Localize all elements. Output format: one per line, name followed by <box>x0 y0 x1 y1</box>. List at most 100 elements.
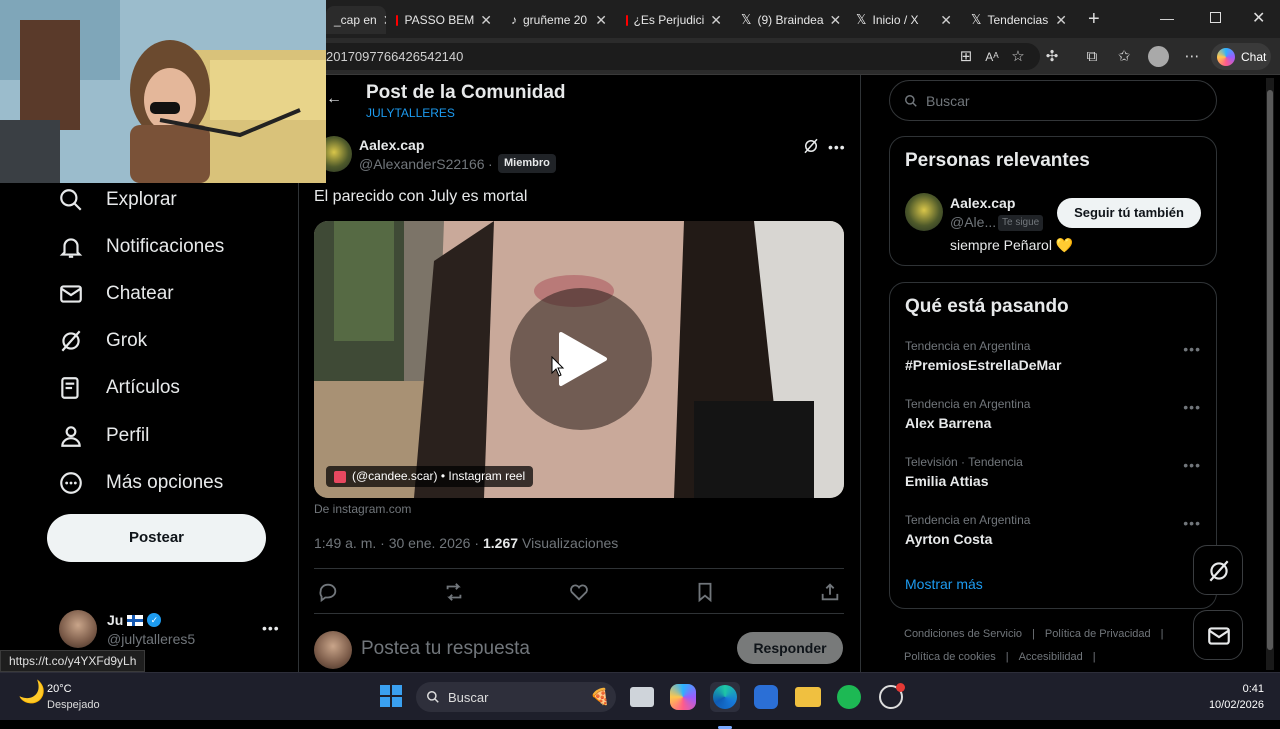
back-arrow-icon[interactable]: ← <box>326 90 342 108</box>
repost-icon[interactable] <box>443 581 465 603</box>
footer-link-privacy[interactable]: Política de Privacidad <box>1045 628 1151 640</box>
tab-gruneme[interactable]: ♪ gruñeme 20 ✕ <box>503 6 615 34</box>
tab-passo-bem[interactable]: PASSO BEM ✕ <box>388 6 500 34</box>
trend-name: Alex Barrena <box>905 415 992 431</box>
tab-label: _cap en <box>334 13 377 27</box>
tab-es-perjudicial[interactable]: ¿Es Perjudici ✕ <box>618 6 730 34</box>
community-link[interactable]: JULYTALLERES <box>366 106 455 120</box>
profile-avatar[interactable] <box>1148 46 1169 67</box>
new-tab-button[interactable]: + <box>1088 8 1100 31</box>
trend-item[interactable]: Televisión · Tendencia Emilia Attias ••• <box>905 455 1201 495</box>
weather-temp[interactable]: 20°C <box>47 683 72 695</box>
restore-button[interactable] <box>1210 12 1221 23</box>
account-avatar[interactable] <box>59 610 97 648</box>
account-more-icon[interactable]: ••• <box>262 620 280 636</box>
close-icon[interactable]: ✕ <box>383 12 386 29</box>
post-button[interactable]: Postear <box>47 514 266 562</box>
play-button[interactable] <box>510 288 652 430</box>
split-screen-icon[interactable]: ⧉ <box>1082 47 1102 67</box>
nav-label: Grok <box>106 330 148 351</box>
nav-item-grok[interactable]: Grok <box>58 323 147 359</box>
reply-button[interactable]: Responder <box>737 632 843 664</box>
taskbar-search[interactable]: Buscar 🍕 <box>416 682 616 712</box>
scrollbar-track[interactable] <box>1266 78 1274 670</box>
footer-link-terms[interactable]: Condiciones de Servicio <box>904 628 1022 640</box>
nav-item-more[interactable]: Más opciones <box>58 465 223 501</box>
close-icon[interactable]: ✕ <box>830 12 842 29</box>
task-view-icon[interactable] <box>630 687 654 707</box>
reply-input[interactable]: Postea tu respuesta <box>361 638 530 660</box>
extensions-icon[interactable]: ✣ <box>1042 47 1062 67</box>
close-icon[interactable]: ✕ <box>595 12 607 29</box>
media-source-link[interactable]: De instagram.com <box>314 502 411 516</box>
windows-start-icon[interactable] <box>380 685 402 707</box>
weather-desc[interactable]: Despejado <box>47 699 100 711</box>
read-aloud-icon[interactable]: Aᴬ <box>982 47 1002 67</box>
messages-floating-button[interactable] <box>1193 610 1243 660</box>
search-placeholder: Buscar <box>926 92 970 109</box>
footer-link-accessibility[interactable]: Accesibilidad <box>1019 651 1083 663</box>
status-url-tooltip: https://t.co/y4YXFd9yLh <box>0 650 146 672</box>
edge-browser-icon[interactable] <box>710 682 740 729</box>
close-icon[interactable]: ✕ <box>480 12 492 29</box>
bookmark-icon[interactable] <box>694 581 716 603</box>
tab-braindead[interactable]: 𝕏 (9) Braindea ✕ <box>733 6 845 34</box>
follow-button[interactable]: Seguir tú también <box>1057 198 1201 228</box>
author-handle[interactable]: @AlexanderS22166 <box>359 156 485 172</box>
post-more-icon[interactable]: ••• <box>828 139 846 155</box>
tab-inicio[interactable]: 𝕏 Inicio / X ✕ <box>848 6 960 34</box>
search-input[interactable]: Buscar <box>889 80 1217 121</box>
trend-more-icon[interactable]: ••• <box>1183 399 1201 415</box>
post-timestamp[interactable]: 1:49 a. m. · 30 ene. 2026 · <box>314 535 479 551</box>
close-icon[interactable]: ✕ <box>710 12 722 29</box>
trend-item[interactable]: Tendencia en Argentina Ayrton Costa ••• <box>905 513 1201 553</box>
spotify-icon[interactable] <box>837 685 861 709</box>
close-icon[interactable]: ✕ <box>940 12 952 29</box>
account-name-row: Ju ✓ <box>107 612 162 628</box>
nav-item-notifications[interactable]: Notificaciones <box>58 229 224 265</box>
clock-time[interactable]: 0:41 <box>1234 683 1264 695</box>
favorite-star-icon[interactable]: ☆ <box>1008 47 1028 67</box>
minimize-button[interactable]: — <box>1160 10 1174 26</box>
trend-more-icon[interactable]: ••• <box>1183 515 1201 531</box>
clock-date[interactable]: 10/02/2026 <box>1200 699 1264 711</box>
file-explorer-icon[interactable] <box>795 687 821 707</box>
tab-active[interactable]: _cap en ✕ <box>326 6 386 34</box>
tab-tendencias[interactable]: 𝕏 Tendencias ✕ <box>963 6 1075 34</box>
url-field[interactable]: 2017097766426542140 <box>300 43 1040 70</box>
divider <box>314 568 844 569</box>
relevant-handle[interactable]: @Ale... <box>950 214 996 230</box>
relevant-name[interactable]: Aalex.cap <box>950 195 1015 211</box>
scrollbar-thumb[interactable] <box>1267 90 1273 650</box>
nav-item-explore[interactable]: Explorar <box>58 182 177 218</box>
trend-more-icon[interactable]: ••• <box>1183 457 1201 473</box>
grok-icon[interactable] <box>802 137 820 155</box>
show-more-link[interactable]: Mostrar más <box>905 576 983 592</box>
grok-floating-button[interactable] <box>1193 545 1243 595</box>
settings-menu-icon[interactable]: ⋯ <box>1182 47 1202 67</box>
share-icon[interactable] <box>819 581 841 603</box>
relevant-avatar[interactable] <box>905 193 943 231</box>
mail-icon <box>60 285 82 303</box>
like-icon[interactable] <box>568 581 590 603</box>
nav-item-chat[interactable]: Chatear <box>58 276 174 312</box>
post-text: El parecido con July es mortal <box>314 188 528 205</box>
obs-icon[interactable] <box>879 683 905 709</box>
favorites-icon[interactable]: ✩ <box>1114 47 1134 67</box>
footer-link-cookies[interactable]: Política de cookies <box>904 651 996 663</box>
trend-more-icon[interactable]: ••• <box>1183 341 1201 357</box>
trend-item[interactable]: Tendencia en Argentina #PremiosEstrellaD… <box>905 339 1201 379</box>
nav-item-articles[interactable]: Artículos <box>58 370 180 406</box>
author-name[interactable]: Aalex.cap <box>359 137 424 153</box>
post-video[interactable] <box>314 221 844 498</box>
close-icon[interactable]: ✕ <box>1055 12 1067 29</box>
microsoft-store-icon[interactable] <box>754 685 778 709</box>
copilot-chat-button[interactable]: Chat <box>1211 43 1271 70</box>
window-close-button[interactable]: ✕ <box>1252 8 1265 28</box>
trend-item[interactable]: Tendencia en Argentina Alex Barrena ••• <box>905 397 1201 437</box>
trend-category: Tendencia en Argentina <box>905 339 1031 353</box>
app-available-icon[interactable]: ⊞ <box>956 47 976 67</box>
reply-icon[interactable] <box>317 581 339 603</box>
nav-item-profile[interactable]: Perfil <box>58 418 149 454</box>
copilot-icon[interactable] <box>670 684 696 710</box>
